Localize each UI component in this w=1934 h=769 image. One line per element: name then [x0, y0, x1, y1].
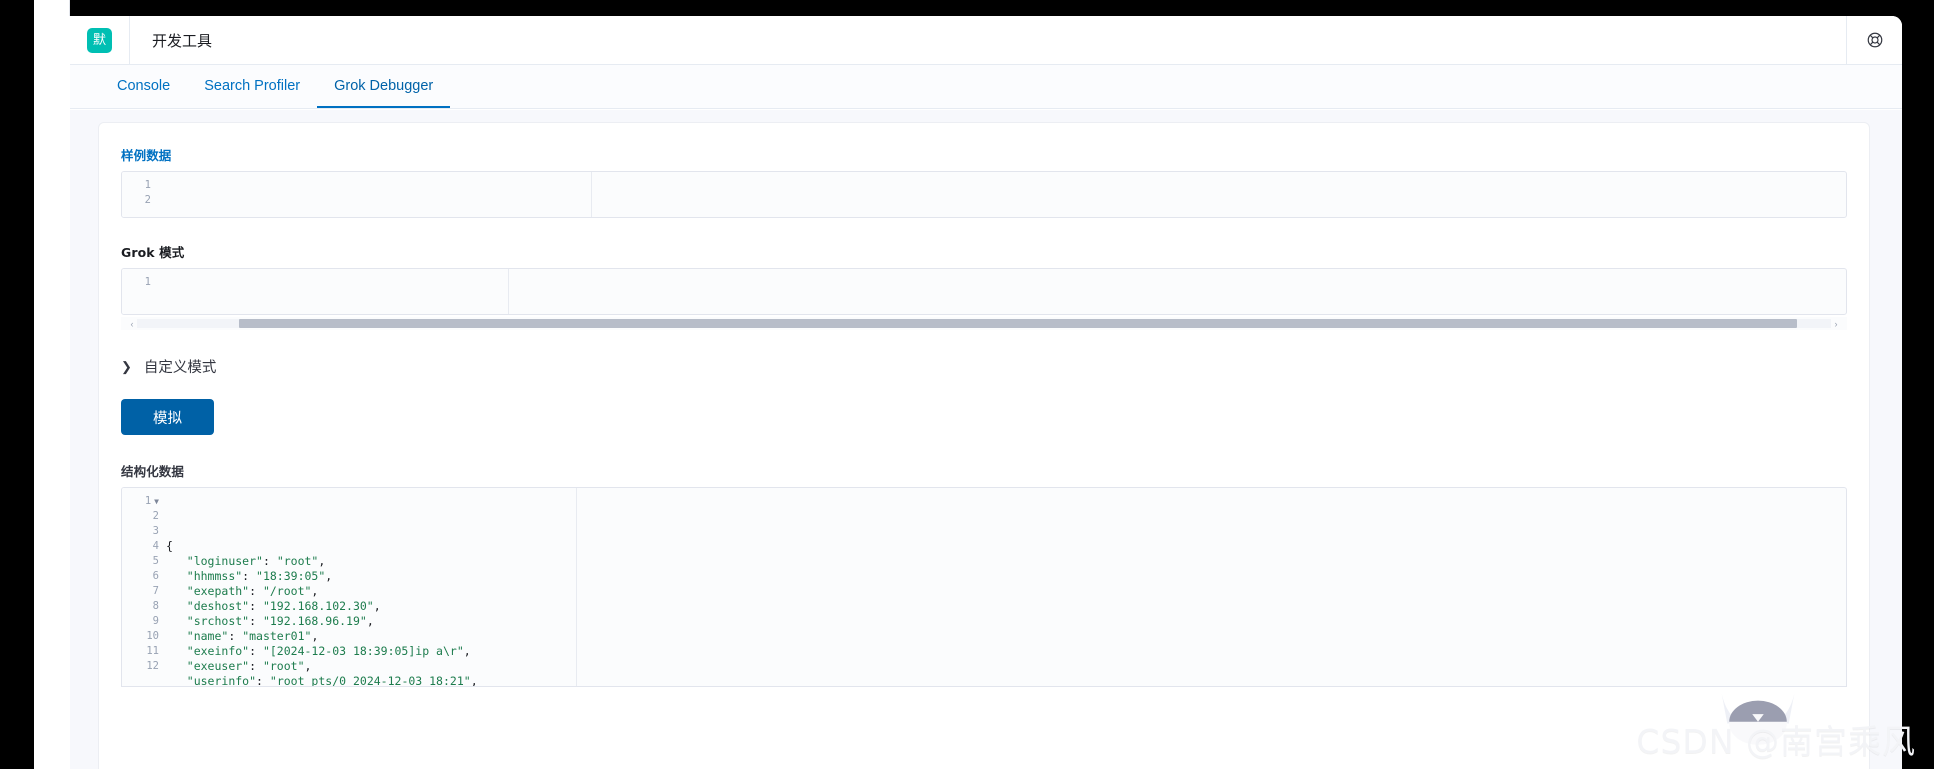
output-gutter: 1 ▼ 2 3 4 5 6 7 8 9 10 11 12 [122, 488, 166, 686]
structured-data-editor[interactable]: 1 ▼ 2 3 4 5 6 7 8 9 10 11 12 { "loginuser": "root", … [121, 487, 1847, 687]
json-key: "srchost" [186, 614, 250, 628]
page-body: 样例数据 1 2 2024-12-03T18:39:05+08:00 192.1… [70, 110, 1902, 769]
json-value: "[2024-12-03 18:39:05]ip a\r" [262, 644, 464, 658]
tab-search-profiler[interactable]: Search Profiler [187, 65, 317, 108]
json-line: "hhmmss": "18:39:05", [186, 569, 333, 583]
pattern-gutter: 1 [122, 269, 158, 314]
json-brace: { [166, 539, 173, 553]
scrollbar-track[interactable] [137, 319, 1831, 328]
app-window: 默 开发工具 Console Search Profiler Grok Debu… [34, 16, 1902, 769]
json-line: "name": "master01", [186, 629, 319, 643]
sample-data-label: 样例数据 [121, 148, 172, 163]
screenshot-root: 默 开发工具 Console Search Profiler Grok Debu… [0, 0, 1934, 769]
json-key: "userinfo" [186, 674, 257, 686]
scrollbar-thumb[interactable] [238, 319, 1798, 328]
simulate-button[interactable]: 模拟 [121, 399, 214, 435]
json-value: "/root" [262, 584, 312, 598]
pattern-code-area[interactable]: (?<exetime>\d+-\d+-\d+)(?:[^\d]+)(?<hhmm… [158, 269, 1846, 314]
line-number: 10 [146, 630, 159, 642]
fold-toggle-icon[interactable]: ▼ [154, 497, 159, 506]
scroll-right-arrow[interactable]: › [1831, 319, 1841, 329]
json-key: "name" [186, 629, 229, 643]
structured-data-label: 结构化数据 [121, 464, 185, 479]
json-value: "192.168.102.30" [262, 599, 374, 613]
line-number: 2 [152, 510, 159, 522]
json-value: "master01" [242, 629, 312, 643]
top-header-bar: 默 开发工具 [70, 16, 1902, 65]
json-key: "loginuser" [186, 554, 263, 568]
line-number: 12 [146, 660, 159, 672]
scroll-left-arrow[interactable]: ‹ [127, 319, 137, 329]
space-badge[interactable]: 默 [87, 27, 112, 53]
custom-patterns-label: 自定义模式 [143, 360, 217, 376]
json-line: "exeinfo": "[2024-12-03 18:39:05]ip a\r"… [186, 644, 471, 658]
line-number: 5 [152, 555, 159, 567]
sample-code-area[interactable]: 2024-12-03T18:39:05+08:00 192.168.102.30… [158, 172, 1846, 217]
space-selector[interactable]: 默 [70, 16, 130, 64]
json-value: "root" [262, 659, 305, 673]
json-line: { [166, 539, 1846, 554]
line-number: 2 [144, 194, 151, 206]
json-key: "exeinfo" [186, 644, 250, 658]
page-title: 开发工具 [152, 31, 213, 50]
sample-data-editor[interactable]: 1 2 2024-12-03T18:39:05+08:00 192.168.10… [121, 171, 1847, 218]
json-value: "18:39:05" [256, 569, 326, 583]
line-number: 3 [152, 525, 159, 537]
json-key: "deshost" [186, 599, 250, 613]
line-number: 1 ▼ [144, 495, 159, 507]
json-value: "root pts/0 2024-12-03 18:21" [269, 674, 471, 686]
line-number: 11 [146, 645, 159, 657]
json-value: "root" [276, 554, 319, 568]
devtools-tabbar[interactable]: Console Search Profiler Grok Debugger [70, 65, 1902, 109]
json-line: "userinfo": "root pts/0 2024-12-03 18:21… [186, 674, 478, 686]
grok-debugger-panel: 样例数据 1 2 2024-12-03T18:39:05+08:00 192.1… [98, 122, 1870, 769]
sample-gutter: 1 2 [122, 172, 158, 217]
line-number: 9 [152, 615, 159, 627]
custom-patterns-accordion[interactable]: ❯ 自定义模式 [121, 356, 1847, 377]
grok-pattern-editor[interactable]: 1 (?<exetime>\d+-\d+-\d+)(?:[^\d]+)(?<hh… [121, 268, 1847, 315]
line-number: 6 [152, 570, 159, 582]
json-key: "exepath" [186, 584, 250, 598]
json-line: "exeuser": "root", [186, 659, 312, 673]
json-line: "srchost": "192.168.96.19", [186, 614, 374, 628]
line-number: 4 [152, 540, 159, 552]
grok-pattern-label: Grok 模式 [121, 245, 185, 260]
json-line: "exepath": "/root", [186, 584, 319, 598]
chevron-right-icon: ❯ [121, 359, 132, 374]
app-content: 默 开发工具 Console Search Profiler Grok Debu… [70, 16, 1902, 769]
pattern-horizontal-scrollbar[interactable]: ‹ › [121, 317, 1847, 330]
output-code-area: { "loginuser": "root", "hhmmss": "18:39:… [166, 488, 1846, 686]
line-number: 1 [144, 276, 151, 288]
line-number: 7 [152, 585, 159, 597]
tab-console[interactable]: Console [100, 65, 187, 108]
line-number: 8 [152, 600, 159, 612]
json-key: "hhmmss" [186, 569, 243, 583]
left-dark-gutter [0, 0, 34, 769]
json-key: "exeuser" [186, 659, 250, 673]
line-number: 1 [144, 179, 151, 191]
tab-grok-debugger[interactable]: Grok Debugger [317, 65, 451, 108]
json-value: "192.168.96.19" [262, 614, 367, 628]
lifebuoy-icon[interactable] [1846, 16, 1902, 64]
json-line: "loginuser": "root", [186, 554, 326, 568]
json-line: "deshost": "192.168.102.30", [186, 599, 381, 613]
